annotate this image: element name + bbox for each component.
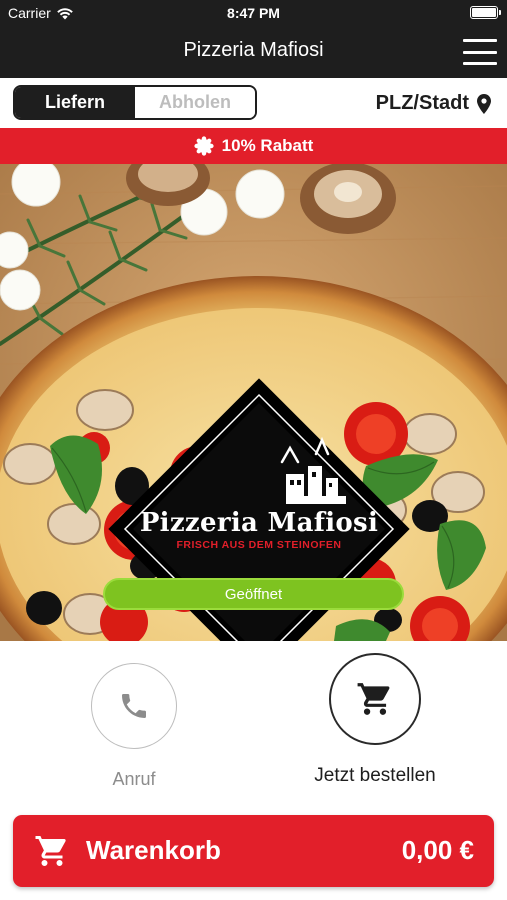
open-status-pill: Geöffnet [103, 578, 404, 610]
discount-banner[interactable]: 10% Rabatt [0, 128, 507, 164]
cart-icon [357, 683, 390, 715]
battery-icon [470, 6, 501, 19]
pickup-tab[interactable]: Abholen [135, 87, 255, 118]
call-button[interactable] [91, 663, 177, 749]
order-label: Jetzt bestellen [314, 765, 436, 786]
order-action[interactable]: Jetzt bestellen [300, 653, 450, 787]
cart-label: Warenkorb [86, 835, 221, 865]
badge-icon [194, 136, 214, 156]
cart-button[interactable]: Warenkorb 0,00 € [13, 815, 494, 887]
delivery-mode-toggle: Liefern Abholen [13, 85, 257, 120]
location-pin-icon [477, 93, 491, 114]
cart-total: 0,00 € [401, 835, 474, 865]
logo-title: Pizzeria Mafiosi [139, 508, 379, 538]
cart-icon [35, 836, 66, 866]
logo-wordmark: Pizzeria Mafiosi FRISCH AUS DEM STEINOFE… [108, 508, 410, 551]
hamburger-menu-icon[interactable] [463, 39, 497, 65]
nav-bar: Pizzeria Mafiosi [0, 26, 507, 78]
call-action[interactable]: Anruf [79, 663, 189, 790]
hero-banner: Pizzeria Mafiosi FRISCH AUS DEM STEINOFE… [0, 164, 507, 641]
app-title: Pizzeria Mafiosi [183, 39, 324, 61]
quick-actions: Anruf Jetzt bestellen [0, 641, 507, 813]
call-label: Anruf [112, 769, 156, 789]
delivery-mode-bar: Liefern Abholen PLZ/Stadt [0, 78, 507, 128]
order-button[interactable] [329, 653, 421, 745]
location-label: PLZ/Stadt [375, 92, 469, 114]
logo-tagline: FRISCH AUS DEM STEINOFEN [176, 539, 342, 551]
status-bar: Carrier 8:47 PM [0, 0, 507, 26]
discount-text: 10% Rabatt [221, 136, 314, 155]
status-time: 8:47 PM [227, 5, 280, 21]
location-selector[interactable]: PLZ/Stadt [376, 92, 491, 115]
delivery-tab[interactable]: Liefern [15, 87, 135, 118]
phone-icon [122, 694, 146, 718]
